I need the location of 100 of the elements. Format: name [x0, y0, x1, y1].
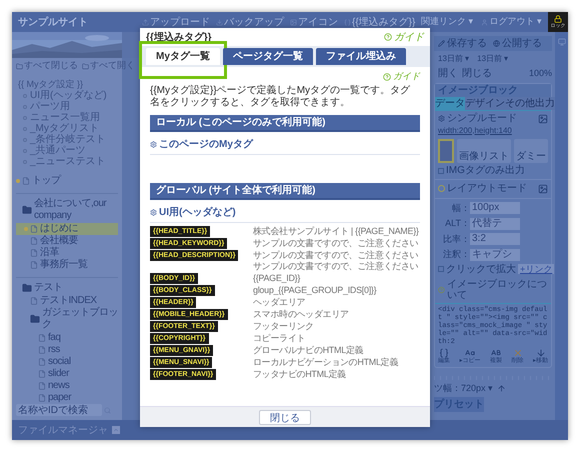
field-label: ALT：	[444, 217, 470, 230]
image-icon	[538, 114, 548, 124]
guide-link[interactable]: ガイド	[393, 70, 420, 84]
tag-value: スマホ時のヘッダエリア	[253, 308, 349, 320]
tree-item[interactable]: 会社について,our company	[34, 198, 118, 222]
collapse-button[interactable]	[112, 426, 120, 434]
toggle-button[interactable]: 閉じる	[462, 68, 492, 80]
dialog-tab[interactable]: Myタグ一覧	[146, 48, 220, 65]
gear-icon	[150, 208, 157, 216]
close-button[interactable]: 閉じる	[259, 410, 311, 424]
panel-tab[interactable]: デザイン	[465, 96, 505, 110]
tag-value: フッターリンク	[253, 320, 314, 332]
gear-icon	[150, 140, 157, 148]
tag-value: グローバルナビのHTML定義	[253, 344, 364, 356]
page-icon	[30, 261, 38, 269]
globe-icon	[493, 40, 500, 47]
tag-value: サンプルの文書ですので、ご注意ください	[253, 238, 418, 248]
section-header: グローバル (サイト全体で利用可能)	[150, 182, 420, 200]
tree-item[interactable]: 事務所一覧	[40, 259, 88, 271]
checkbox[interactable]	[438, 266, 444, 272]
tree-item[interactable]: rss	[48, 344, 60, 356]
tree-item[interactable]: テスト	[34, 282, 62, 294]
tree-item[interactable]: faq	[48, 332, 60, 344]
page-icon	[30, 237, 38, 245]
input-field[interactable]: 代替テ	[470, 218, 520, 230]
menu-item[interactable]: アップロード	[150, 14, 210, 30]
letters-icon	[491, 348, 501, 358]
field-label: 注釈：	[442, 248, 470, 261]
dialog-tab[interactable]: ページタグ一覧	[222, 48, 313, 65]
tag-value: ヘッダエリア	[253, 296, 306, 308]
history-select[interactable]: 13日前 ▾	[477, 53, 508, 65]
checkbox-label: IMGタグのみ出力	[446, 164, 525, 176]
upload-icon	[142, 18, 149, 26]
section-header: ローカル (このページのみで利用可能)	[150, 114, 420, 132]
dialog-tab[interactable]: ファイル埋込み	[316, 48, 406, 65]
tree-item[interactable]: slider	[48, 368, 69, 380]
help-icon	[384, 33, 392, 41]
tag-value: サンプルの文書ですので、ご注意くださいサンプルの文書ですので、ご注意ください	[253, 250, 420, 272]
tag-value: フッタナビのHTML定義	[253, 368, 346, 380]
intro-text: {{Myタグ設定}}ページで定義したMyタグの一覧です。タグ名をクリックすると、タグを取得できます。	[150, 84, 412, 108]
search-field[interactable]: 名称やIDで検索	[16, 404, 102, 416]
input-field[interactable]: 100px	[470, 202, 520, 214]
image-source-button[interactable]: 画像リスト	[457, 138, 511, 162]
tree-item[interactable]: news	[48, 380, 70, 392]
folder-icon	[16, 62, 23, 70]
field-label: 比率：	[442, 232, 470, 246]
pencil-icon	[438, 40, 445, 47]
group-title: UI用(ヘッダなど)	[159, 206, 236, 220]
group-title: このページのMyタグ	[159, 138, 253, 152]
site-name[interactable]: サンプルサイト	[18, 14, 122, 30]
tag-value: {{PAGE_ID}}	[253, 272, 300, 284]
panel-tab[interactable]: 出力	[535, 96, 555, 110]
tree-item[interactable]: paper	[48, 392, 72, 404]
tree-item[interactable]: 沿革	[40, 247, 59, 259]
panel-tab[interactable]: データ	[435, 96, 465, 110]
page-icon	[30, 225, 38, 233]
image-placeholder[interactable]	[438, 138, 454, 162]
history-select[interactable]: 13日前 ▾	[438, 53, 470, 65]
mode-label: シンプルモード	[447, 112, 517, 124]
tag-value: gloup_{{PAGE_GROUP_IDS[0]}}	[253, 284, 376, 296]
page-icon	[38, 346, 46, 354]
folder-icon	[30, 314, 40, 324]
menu-item[interactable]: 関連リンク ▾	[420, 15, 474, 29]
panel-tab[interactable]: その他	[505, 96, 535, 110]
user-icon	[481, 18, 488, 26]
menu-item[interactable]: アイコン	[298, 14, 338, 30]
tree-item[interactable]: トップ	[32, 175, 60, 187]
width-select[interactable]: ツ幅：720px ▾	[434, 382, 494, 395]
input-field[interactable]: 3:2	[470, 233, 520, 246]
help-icon	[438, 286, 445, 294]
menu-item[interactable]: ログアウト ▾	[489, 15, 542, 29]
tag-value: ローカルナビゲーションのHTML定義	[253, 356, 398, 368]
image-source-button[interactable]: ダミー	[514, 138, 548, 162]
size-link[interactable]: width:200,height:140	[435, 124, 551, 136]
guide-link[interactable]: ガイド	[394, 30, 424, 44]
layout-icon	[538, 184, 548, 194]
checkbox-label: クリックで拡大	[446, 264, 516, 274]
tree-item[interactable]: テストINDEX	[40, 295, 97, 307]
up-arrow-icon[interactable]	[497, 384, 506, 393]
page-icon	[38, 394, 46, 402]
braces-icon	[439, 348, 449, 358]
tree-item[interactable]: social	[48, 356, 71, 368]
menu-item[interactable]: バックアップ	[224, 14, 284, 30]
checkbox[interactable]	[438, 168, 444, 174]
monitor-icon[interactable]	[558, 38, 566, 46]
menu-item[interactable]: {{埋込みタグ}}	[352, 14, 416, 30]
image-icon	[290, 18, 297, 26]
lock-icon	[554, 15, 562, 23]
link-button[interactable]: +リンク	[518, 264, 554, 274]
page-icon	[30, 249, 38, 257]
zoom-level: 100%	[528, 67, 552, 80]
folder-icon	[22, 283, 32, 293]
toggle-button[interactable]: 開く	[438, 68, 458, 80]
help-icon	[383, 72, 391, 81]
chevron-icon	[113, 427, 119, 433]
input-field[interactable]: キャプシ	[470, 248, 520, 261]
tree-item[interactable]: 会社概要	[40, 235, 78, 247]
field-label: 幅：	[451, 202, 470, 214]
folder-icon	[22, 205, 32, 215]
help-link[interactable]: イメージブロックについて	[446, 278, 548, 300]
